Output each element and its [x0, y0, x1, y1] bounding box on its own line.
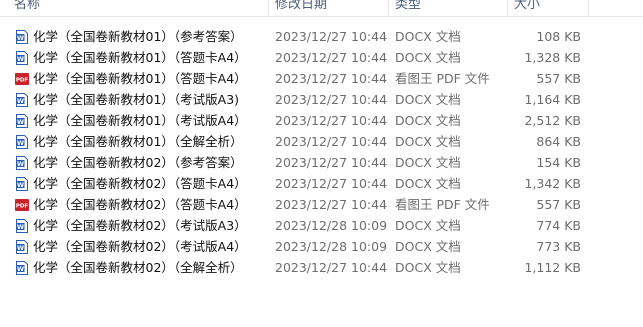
- file-row[interactable]: W 化学（全国卷新教材01）（考试版A4） 2023/12/27 10:44 DOC…: [0, 110, 643, 131]
- column-divider[interactable]: [507, 0, 508, 16]
- word-doc-icon: W: [14, 134, 30, 150]
- svg-text:W: W: [17, 97, 24, 105]
- column-header-size[interactable]: 大小: [514, 0, 540, 16]
- file-name: 化学（全国卷新教材02）（答题卡A4）: [33, 176, 247, 191]
- column-header-name[interactable]: 名称: [14, 0, 40, 16]
- svg-text:W: W: [17, 160, 24, 168]
- column-divider[interactable]: [268, 0, 269, 16]
- column-divider[interactable]: [388, 0, 389, 16]
- file-type: DOCX 文档: [395, 29, 461, 44]
- word-doc-icon: W: [14, 155, 30, 171]
- file-row[interactable]: PDF 化学（全国卷新教材02）（答题卡A4） 2023/12/27 10:44 看…: [0, 194, 643, 215]
- file-type: DOCX 文档: [395, 239, 461, 254]
- file-date: 2023/12/27 10:44: [275, 155, 388, 170]
- file-row[interactable]: PDF 化学（全国卷新教材01）（答题卡A4） 2023/12/27 10:44 看…: [0, 68, 643, 89]
- svg-text:W: W: [17, 223, 24, 231]
- svg-text:W: W: [17, 265, 24, 273]
- file-name: 化学（全国卷新教材02）（答题卡A4）: [33, 197, 247, 212]
- word-doc-icon: W: [14, 260, 30, 276]
- column-header-date[interactable]: 修改日期: [275, 0, 327, 16]
- file-size: 774 KB: [536, 218, 581, 233]
- file-size: 557 KB: [536, 197, 581, 212]
- word-doc-icon: W: [14, 218, 30, 234]
- file-row[interactable]: W 化学（全国卷新教材01）（考试版A3) 2023/12/27 10:44 DOC…: [0, 89, 643, 110]
- file-name: 化学（全国卷新教材01）（考试版A3): [33, 92, 240, 107]
- file-date: 2023/12/27 10:44: [275, 260, 388, 275]
- file-date: 2023/12/27 10:44: [275, 134, 388, 149]
- pdf-doc-icon: PDF: [14, 197, 30, 213]
- file-date: 2023/12/27 10:44: [275, 50, 388, 65]
- word-doc-icon: W: [14, 50, 30, 66]
- column-header-bar: 名称 修改日期 类型 大小: [0, 0, 643, 17]
- file-size: 1,112 KB: [524, 260, 581, 275]
- file-name: 化学（全国卷新教材01）（全解全析）: [33, 134, 243, 149]
- word-doc-icon: W: [14, 239, 30, 255]
- file-type: DOCX 文档: [395, 50, 461, 65]
- file-size: 108 KB: [536, 29, 581, 44]
- word-doc-icon: W: [14, 92, 30, 108]
- svg-text:W: W: [17, 244, 24, 252]
- svg-text:W: W: [17, 181, 24, 189]
- file-name: 化学（全国卷新教材02）（考试版A4）: [33, 239, 247, 254]
- file-date: 2023/12/27 10:44: [275, 29, 388, 44]
- file-row[interactable]: W 化学（全国卷新教材02）（全解全析） 2023/12/27 10:44 DOCX…: [0, 257, 643, 278]
- svg-text:W: W: [17, 139, 24, 147]
- file-date: 2023/12/27 10:44: [275, 71, 388, 86]
- file-type: DOCX 文档: [395, 134, 461, 149]
- file-date: 2023/12/27 10:44: [275, 176, 388, 191]
- file-date: 2023/12/28 10:09: [275, 239, 388, 254]
- svg-text:W: W: [17, 34, 24, 42]
- svg-text:W: W: [17, 118, 24, 126]
- file-type: DOCX 文档: [395, 155, 461, 170]
- file-row[interactable]: W 化学（全国卷新教材01）（参考答案） 2023/12/27 10:44 DOCX…: [0, 26, 643, 47]
- file-name: 化学（全国卷新教材02）（参考答案）: [33, 155, 243, 170]
- word-doc-icon: W: [14, 113, 30, 129]
- file-name: 化学（全国卷新教材01）（答题卡A4）: [33, 50, 247, 65]
- word-doc-icon: W: [14, 176, 30, 192]
- file-date: 2023/12/28 10:09: [275, 218, 388, 233]
- file-type: DOCX 文档: [395, 260, 461, 275]
- file-name: 化学（全国卷新教材02）（全解全析）: [33, 260, 243, 275]
- file-type: DOCX 文档: [395, 176, 461, 191]
- file-name: 化学（全国卷新教材02）（考试版A3）: [33, 218, 247, 233]
- file-row[interactable]: W 化学（全国卷新教材02）（考试版A3） 2023/12/28 10:09 DOC…: [0, 215, 643, 236]
- file-row[interactable]: W 化学（全国卷新教材02）（参考答案） 2023/12/27 10:44 DOCX…: [0, 152, 643, 173]
- svg-text:PDF: PDF: [16, 204, 29, 210]
- file-name: 化学（全国卷新教材01）（答题卡A4）: [33, 71, 247, 86]
- file-name: 化学（全国卷新教材01）（参考答案）: [33, 29, 243, 44]
- file-list: W 化学（全国卷新教材01）（参考答案） 2023/12/27 10:44 DOCX…: [0, 26, 643, 278]
- file-type: DOCX 文档: [395, 113, 461, 128]
- svg-text:W: W: [17, 55, 24, 63]
- file-size: 2,512 KB: [524, 113, 581, 128]
- pdf-doc-icon: PDF: [14, 71, 30, 87]
- file-row[interactable]: W 化学（全国卷新教材01）（全解全析） 2023/12/27 10:44 DOCX…: [0, 131, 643, 152]
- column-header-type[interactable]: 类型: [395, 0, 421, 16]
- file-size: 864 KB: [536, 134, 581, 149]
- file-date: 2023/12/27 10:44: [275, 92, 388, 107]
- file-date: 2023/12/27 10:44: [275, 197, 388, 212]
- file-size: 1,164 KB: [524, 92, 581, 107]
- file-size: 773 KB: [536, 239, 581, 254]
- svg-text:PDF: PDF: [16, 78, 29, 84]
- file-type: DOCX 文档: [395, 218, 461, 233]
- file-name: 化学（全国卷新教材01）（考试版A4）: [33, 113, 247, 128]
- file-row[interactable]: W 化学（全国卷新教材02）（答题卡A4） 2023/12/27 10:44 DOC…: [0, 173, 643, 194]
- file-size: 557 KB: [536, 71, 581, 86]
- file-row[interactable]: W 化学（全国卷新教材01）（答题卡A4） 2023/12/27 10:44 DOC…: [0, 47, 643, 68]
- file-row[interactable]: W 化学（全国卷新教材02）（考试版A4） 2023/12/28 10:09 DOC…: [0, 236, 643, 257]
- file-size: 1,328 KB: [524, 50, 581, 65]
- file-size: 1,342 KB: [524, 176, 581, 191]
- file-type: 看图王 PDF 文件: [395, 71, 490, 86]
- column-divider[interactable]: [588, 0, 589, 16]
- file-type: 看图王 PDF 文件: [395, 197, 490, 212]
- file-size: 154 KB: [536, 155, 581, 170]
- file-type: DOCX 文档: [395, 92, 461, 107]
- word-doc-icon: W: [14, 29, 30, 45]
- file-date: 2023/12/27 10:44: [275, 113, 388, 128]
